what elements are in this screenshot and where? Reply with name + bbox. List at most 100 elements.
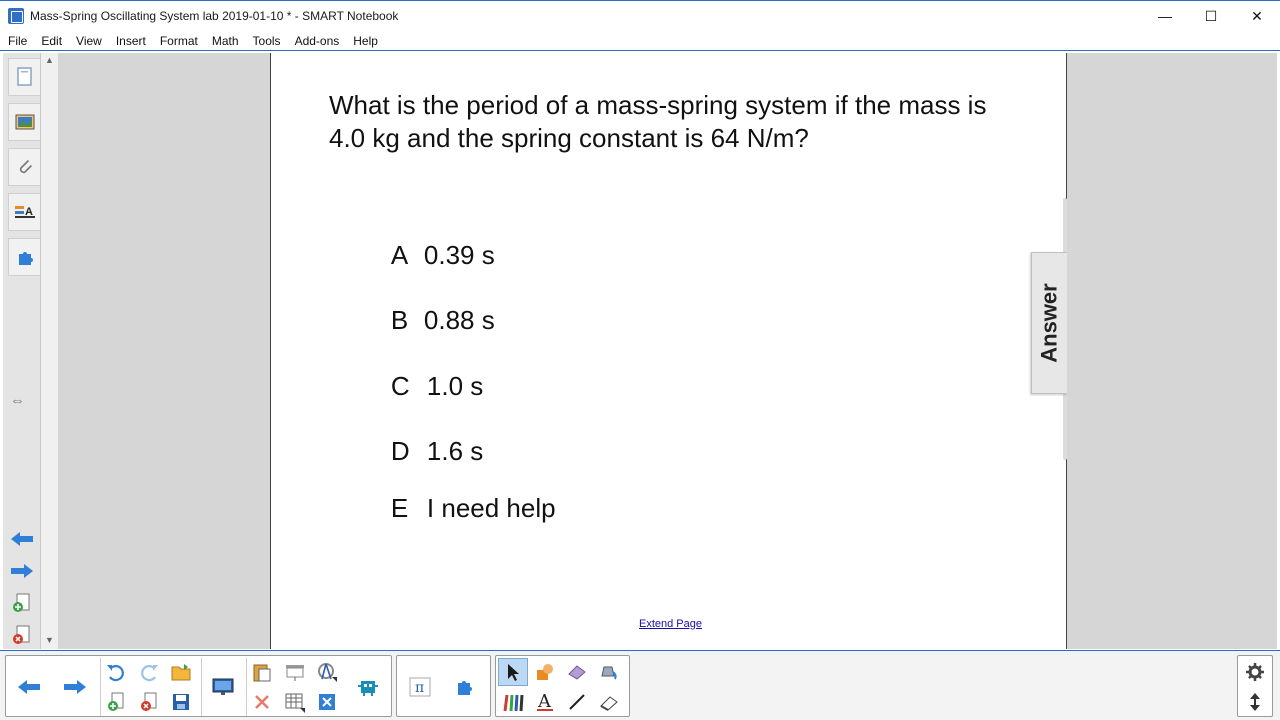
undo-button[interactable]: [101, 658, 131, 686]
add-ons-tab[interactable]: [8, 238, 40, 276]
select-tool-button[interactable]: [498, 658, 528, 686]
menu-add-ons[interactable]: Add-ons: [287, 34, 346, 48]
svg-text:π: π: [415, 680, 424, 696]
menu-help[interactable]: Help: [345, 34, 384, 48]
previous-page-icon[interactable]: [8, 528, 36, 550]
save-icon: [173, 694, 189, 710]
toolbar-separator: [201, 658, 202, 716]
shapes-tool-button[interactable]: [530, 658, 560, 686]
svg-text:A: A: [25, 206, 33, 218]
option-letter: A: [390, 240, 409, 270]
extend-page-link[interactable]: Extend Page: [639, 618, 702, 630]
answer-pull-tab[interactable]: Answer: [1031, 252, 1067, 394]
paste-button[interactable]: [247, 658, 277, 686]
toolbar-group-settings: [1237, 655, 1273, 717]
gallery-tab[interactable]: [8, 103, 40, 141]
measurement-tools-button[interactable]: [312, 658, 342, 686]
properties-tab[interactable]: A: [8, 193, 40, 231]
side-scrollbar[interactable]: ▲ ▼: [41, 53, 58, 649]
menu-view[interactable]: View: [68, 34, 108, 48]
pi-icon: π: [409, 677, 431, 697]
close-window-tool-button[interactable]: [312, 688, 342, 716]
menu-tools[interactable]: Tools: [245, 34, 287, 48]
smart-notebook-app-icon: [8, 8, 24, 24]
scroll-up-icon[interactable]: ▲: [41, 53, 58, 67]
option-text: 0.39 s: [423, 240, 495, 270]
properties-icon: A: [14, 206, 35, 218]
menu-math[interactable]: Math: [204, 34, 245, 48]
screen-shade-icon: [286, 665, 304, 681]
menu-insert[interactable]: Insert: [108, 34, 152, 48]
eraser-tool-button[interactable]: [562, 658, 592, 686]
math-tools-button[interactable]: π: [405, 673, 435, 701]
display-screen-button[interactable]: [208, 673, 238, 701]
svg-text:A: A: [537, 691, 552, 712]
minimize-button[interactable]: —: [1142, 1, 1188, 31]
notebook-page[interactable]: What is the period of a mass-spring syst…: [270, 53, 1067, 649]
pens-tool-button[interactable]: [498, 688, 528, 716]
title-bar: Mass-Spring Oscillating System lab 2019-…: [0, 0, 1280, 31]
toolbar-group-draw: A: [495, 655, 630, 717]
pointer-icon: [508, 664, 519, 681]
left-work-area: [58, 53, 270, 649]
screen-shade-button[interactable]: [280, 658, 310, 686]
redo-icon: [141, 665, 158, 682]
insert-table-button[interactable]: [280, 688, 310, 716]
delete-page-button[interactable]: [134, 688, 164, 716]
add-page-icon[interactable]: [8, 592, 36, 614]
page-sorter-tab[interactable]: [8, 58, 40, 96]
text-tool-button[interactable]: A: [530, 688, 560, 716]
option-text: 0.88 s: [423, 305, 495, 335]
add-page-icon: [108, 692, 124, 711]
folder-icon: [171, 664, 191, 681]
add-ons-button[interactable]: [451, 673, 481, 701]
scroll-down-icon[interactable]: ▼: [41, 633, 58, 647]
delete-page-icon: [141, 692, 157, 711]
puzzle-icon: [458, 681, 472, 695]
option-letter: E: [390, 493, 409, 523]
pens-icon: [503, 694, 524, 712]
page-sorter-icon: [16, 67, 32, 86]
move-toolbar-button[interactable]: [1240, 688, 1270, 716]
option-text: 1.0 s: [426, 371, 484, 401]
next-page-icon[interactable]: [8, 560, 36, 582]
window-controls: — ☐ ✕: [1142, 1, 1280, 31]
attachments-tab[interactable]: [8, 148, 40, 186]
shapes-icon: [537, 664, 553, 680]
next-page-button[interactable]: [60, 673, 90, 701]
gallery-icon: [15, 114, 34, 130]
toolbar-group-addons: π: [396, 655, 491, 717]
addon-widget-button[interactable]: [353, 673, 383, 701]
option-letter: C: [390, 371, 410, 401]
menu-edit[interactable]: Edit: [33, 34, 68, 48]
option-text: I need help: [426, 493, 556, 523]
redo-button[interactable]: [134, 658, 164, 686]
line-tool-button[interactable]: [562, 688, 592, 716]
undo-icon: [107, 665, 124, 682]
option-letter: B: [390, 305, 409, 335]
arrow-right-icon: [64, 680, 86, 694]
previous-page-button[interactable]: [14, 673, 44, 701]
gear-icon: [1246, 663, 1264, 681]
menu-file[interactable]: File: [0, 34, 33, 48]
delete-page-icon[interactable]: [8, 624, 36, 646]
maximize-button[interactable]: ☐: [1188, 1, 1234, 31]
arrow-left-icon: [18, 680, 40, 694]
settings-button[interactable]: [1240, 658, 1270, 686]
open-file-button[interactable]: [166, 658, 196, 686]
answer-tab-label: Answer: [1036, 283, 1062, 363]
option-e[interactable]: E I need help: [362, 462, 556, 555]
puzzle-icon: [18, 252, 33, 265]
delete-button[interactable]: [247, 688, 277, 716]
resize-arrows-icon[interactable]: ⇔: [10, 392, 25, 409]
save-button[interactable]: [166, 688, 196, 716]
close-button[interactable]: ✕: [1234, 1, 1280, 31]
fill-tool-button[interactable]: [594, 658, 624, 686]
up-down-arrow-icon: [1250, 693, 1260, 711]
highlighter-eraser-button[interactable]: [594, 688, 624, 716]
add-page-button[interactable]: [101, 688, 131, 716]
text-a-icon: A: [537, 691, 553, 712]
window-title: Mass-Spring Oscillating System lab 2019-…: [30, 9, 399, 23]
eraser-block-icon: [600, 696, 618, 711]
menu-format[interactable]: Format: [152, 34, 204, 48]
